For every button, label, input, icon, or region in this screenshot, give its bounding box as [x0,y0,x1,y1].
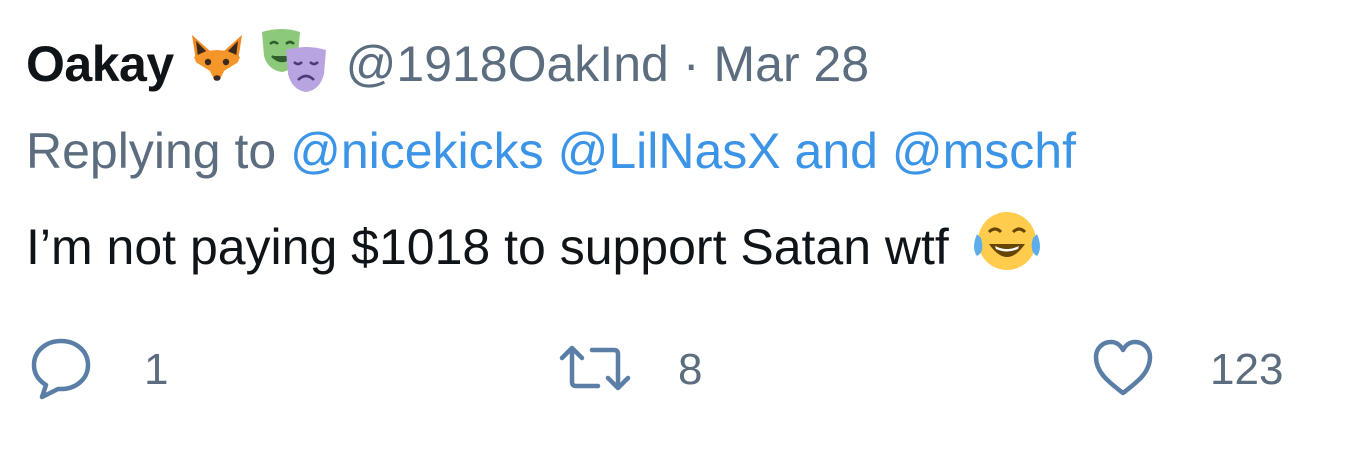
retweet-count: 8 [678,345,703,394]
like-count: 123 [1210,345,1284,394]
fox-face-icon [186,31,248,98]
mentions-joiner[interactable]: and [795,123,878,179]
mention-lilnasx[interactable]: @LilNasX [558,123,781,179]
like-button[interactable]: 123 [1090,330,1283,410]
reply-button[interactable]: 1 [28,330,168,410]
tweet: Oakay @1918OakInd · Mar 28 Replying to @… [0,0,1368,452]
tweet-body: I’m not paying $1018 to support Satan wt… [26,208,1043,286]
mention-nicekicks[interactable]: @nicekicks [290,123,544,179]
mention-mschf[interactable]: @mschf [892,123,1076,179]
separator-dot: · [682,36,700,92]
user-handle[interactable]: @1918OakInd [346,35,669,93]
display-name[interactable]: Oakay [26,35,174,93]
heart-icon [1090,337,1156,404]
reply-icon [28,335,94,406]
tweet-text: I’m not paying $1018 to support Satan wt… [26,219,949,275]
reply-count: 1 [144,345,169,394]
performing-arts-icon [256,26,330,103]
retweet-icon [558,338,632,403]
retweet-button[interactable]: 8 [558,330,702,410]
replying-to-line: Replying to @nicekicks @LilNasX and @msc… [26,122,1076,180]
replying-to-label: Replying to [26,123,277,179]
face-with-tears-of-joy-icon [971,208,1043,286]
tweet-actions: 1 8 123 [0,330,1368,410]
timestamp[interactable]: Mar 28 [713,35,869,93]
tweet-header: Oakay @1918OakInd · Mar 28 [26,26,869,102]
